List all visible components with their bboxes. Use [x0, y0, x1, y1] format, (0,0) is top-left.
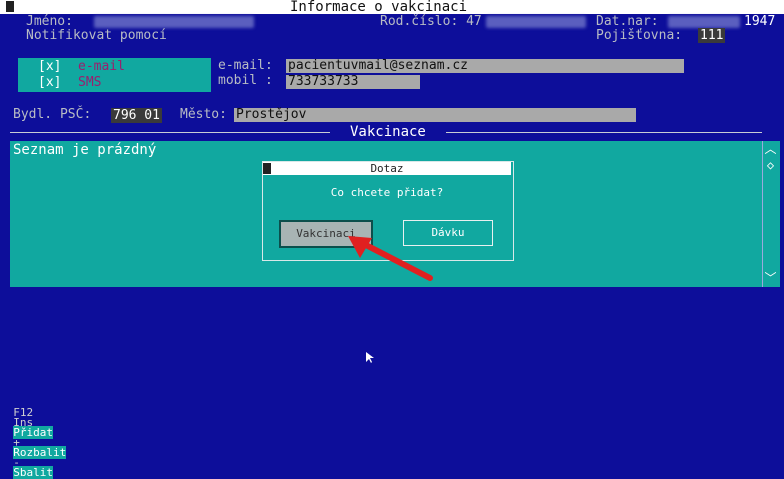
footer-sbalit[interactable]: Sbalit — [13, 466, 53, 479]
mesto-input[interactable]: Prostějov — [234, 108, 636, 122]
mouse-cursor-icon — [366, 352, 374, 363]
insurance-field[interactable]: 111 — [698, 28, 726, 43]
window-title: Informace o vakcinaci — [290, 0, 468, 15]
dob-year: 1947 — [744, 14, 776, 29]
psc-input[interactable]: 796 01 — [111, 108, 162, 123]
mobile-input[interactable]: 733733733 — [286, 75, 420, 89]
rc-value-redacted — [486, 16, 586, 28]
email-checkbox[interactable]: [x] — [38, 59, 61, 74]
name-value-redacted — [94, 16, 254, 28]
footer-rozbalit[interactable]: Rozbalit — [13, 446, 67, 459]
email-field-label: e-mail: — [218, 58, 273, 73]
name-label: Jméno: — [26, 14, 73, 29]
sms-option-label[interactable]: SMS — [78, 75, 101, 90]
rc-label: Rod.číslo: 47 — [380, 14, 482, 29]
empty-list-text: Seznam je prázdný — [13, 142, 157, 158]
scroll-thumb-icon[interactable]: ◇ — [762, 157, 779, 173]
mesto-label: Město: — [180, 107, 227, 122]
dob-label: Dat.nar: — [596, 14, 659, 29]
sms-checkbox[interactable]: [x] — [38, 75, 61, 90]
email-input[interactable]: pacientuvmail@seznam.cz — [286, 59, 684, 73]
mobile-field-label: mobil : — [218, 73, 273, 88]
scroll-up-icon[interactable]: ︿ — [762, 141, 779, 157]
system-menu-icon[interactable] — [6, 1, 14, 12]
dialog-title: Dotaz — [263, 162, 511, 175]
section-title: Vakcinace — [350, 124, 426, 140]
status-bar: F12 Ins Přidat + Rozbalit - Sbalit — [0, 398, 784, 479]
insurance-label: Pojišťovna: — [596, 28, 683, 43]
dialog-question: Co chcete přidat? — [330, 186, 444, 199]
dialog-menu-icon[interactable] — [263, 163, 271, 174]
annotation-arrow-icon — [348, 236, 433, 281]
scroll-down-icon[interactable]: ﹀ — [762, 270, 779, 286]
notify-label: Notifikovat pomocí — [26, 28, 167, 43]
dob-value-redacted — [668, 16, 740, 28]
section-rule-left — [10, 132, 330, 133]
email-option-label[interactable]: e-mail — [78, 59, 125, 74]
section-rule-right — [446, 132, 762, 133]
bydl-label: Bydl. PSČ: — [13, 107, 92, 122]
